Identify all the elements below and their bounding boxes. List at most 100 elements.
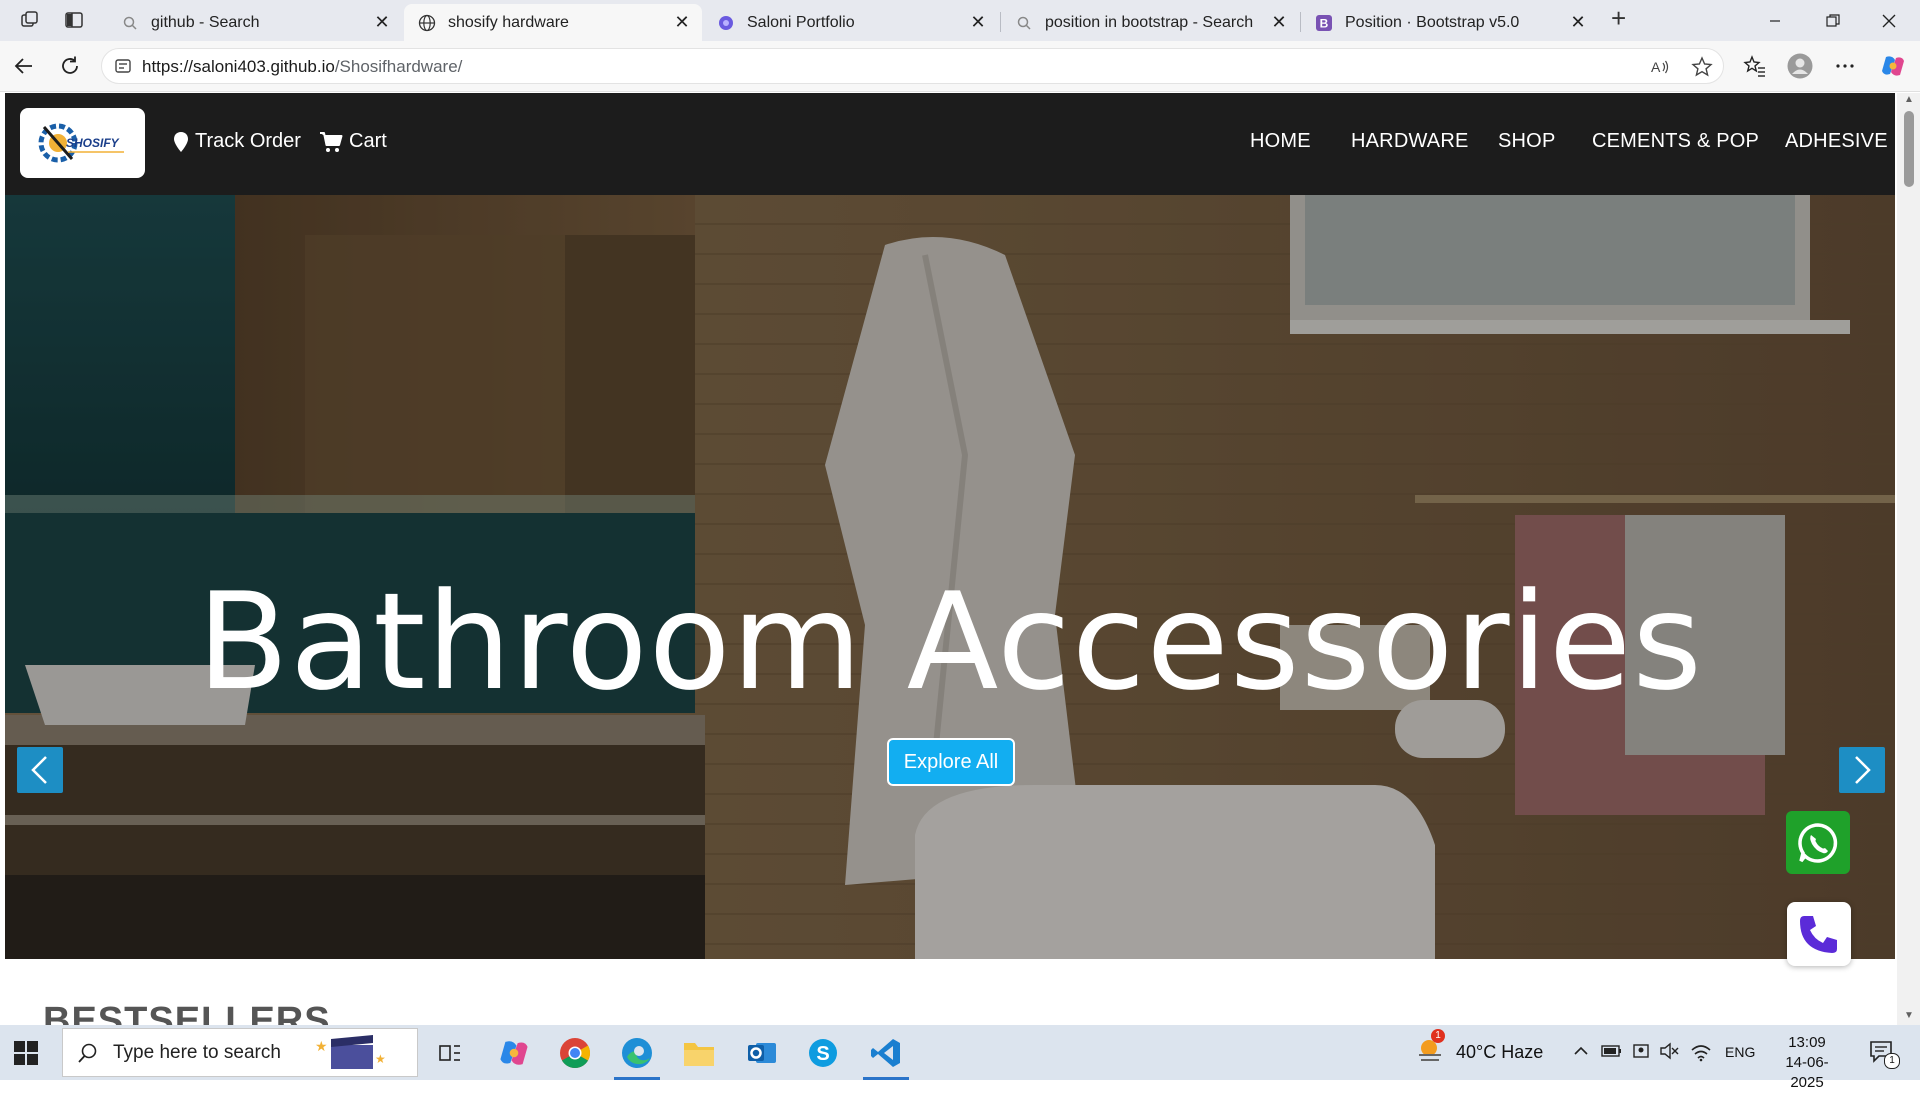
explore-all-button[interactable]: Explore All xyxy=(887,738,1015,786)
page-viewport: Bathroom Accessories Explore All SHOSIFY… xyxy=(5,93,1895,1025)
search-icon xyxy=(121,14,139,32)
nav-shop[interactable]: SHOP xyxy=(1498,130,1555,153)
close-tab-icon[interactable]: ✕ xyxy=(1568,12,1588,33)
workspaces-icon[interactable] xyxy=(20,10,40,30)
clock-date: 14-06-2025 xyxy=(1785,1054,1829,1091)
vscode-icon[interactable] xyxy=(866,1033,906,1073)
hero-title: Bathroom Accessories xyxy=(196,564,1704,720)
copilot-icon[interactable] xyxy=(1880,53,1906,79)
windows-taskbar: Type here to search ★ ★ S 1 40°C Haze EN… xyxy=(0,1025,1920,1091)
track-order-link[interactable]: Track Order xyxy=(173,130,301,153)
scroll-down-arrow-icon[interactable]: ▼ xyxy=(1903,1011,1915,1021)
tab-github-search[interactable]: github - Search ✕ xyxy=(107,4,402,41)
svg-text:★: ★ xyxy=(315,1038,328,1054)
svg-text:B: B xyxy=(1320,16,1329,30)
volume-muted-icon[interactable] xyxy=(1659,1042,1679,1065)
map-pin-icon xyxy=(174,131,188,152)
taskbar-search-placeholder: Type here to search xyxy=(113,1041,281,1063)
meet-now-icon[interactable] xyxy=(1632,1042,1650,1065)
close-tab-icon[interactable]: ✕ xyxy=(968,12,988,33)
address-bar-row: https://saloni403.github.io/Shosifhardwa… xyxy=(0,41,1920,92)
tab-bootstrap-position-docs[interactable]: B Position · Bootstrap v5.0 ✕ xyxy=(1301,4,1598,41)
tab-title: position in bootstrap - Search xyxy=(1045,13,1254,31)
url-path: /Shosifhardware/ xyxy=(334,57,463,76)
url-text: https://saloni403.github.io/Shosifhardwa… xyxy=(142,57,462,77)
nav-hardware[interactable]: HARDWARE xyxy=(1351,130,1469,153)
chevron-right-icon xyxy=(1855,756,1871,784)
battery-icon[interactable] xyxy=(1601,1043,1623,1064)
close-tab-icon[interactable]: ✕ xyxy=(672,12,692,33)
nav-cements-pop[interactable]: CEMENTS & POP xyxy=(1592,130,1759,153)
clock-time: 13:09 xyxy=(1788,1034,1826,1051)
skype-icon[interactable]: S xyxy=(803,1033,843,1073)
tab-title: Saloni Portfolio xyxy=(747,13,855,31)
cart-link[interactable]: Cart xyxy=(319,130,387,153)
new-tab-icon[interactable]: + xyxy=(1611,5,1631,31)
tab-shosify-hardware[interactable]: shosify hardware ✕ xyxy=(404,4,702,41)
chrome-icon[interactable] xyxy=(555,1033,595,1073)
close-tab-icon[interactable]: ✕ xyxy=(372,12,392,33)
cart-icon xyxy=(320,131,343,152)
browser-tab-strip: github - Search ✕ shosify hardware ✕ Sal… xyxy=(0,0,1920,41)
page-scrollbar[interactable]: ▲ ▼ xyxy=(1897,93,1920,1025)
call-button[interactable] xyxy=(1787,902,1851,966)
input-language[interactable]: ENG xyxy=(1725,1044,1755,1060)
more-options-icon[interactable] xyxy=(1832,53,1858,79)
phone-icon xyxy=(1800,916,1837,953)
shosify-logo[interactable]: SHOSIFY xyxy=(20,108,145,178)
bootstrap-icon: B xyxy=(1315,14,1333,32)
wifi-icon[interactable] xyxy=(1690,1042,1712,1067)
edge-icon[interactable] xyxy=(617,1033,657,1073)
show-hidden-icons-icon[interactable] xyxy=(1572,1042,1590,1065)
track-order-label: Track Order xyxy=(195,130,301,152)
scrollbar-thumb[interactable] xyxy=(1904,111,1914,187)
search-icon xyxy=(1015,14,1033,32)
cart-label: Cart xyxy=(349,130,387,152)
minimize-icon[interactable] xyxy=(1752,0,1798,41)
close-tab-icon[interactable]: ✕ xyxy=(1269,12,1289,33)
read-aloud-icon[interactable]: A xyxy=(1649,56,1671,78)
nav-adhesive[interactable]: ADHESIVE xyxy=(1785,130,1888,153)
logo-text: SHOSIFY xyxy=(66,136,120,150)
close-window-icon[interactable] xyxy=(1866,0,1912,41)
site-navbar: SHOSIFY Track Order Cart HOME HARDWARE S… xyxy=(5,93,1895,195)
task-view-icon[interactable] xyxy=(430,1033,470,1073)
back-icon[interactable] xyxy=(11,53,37,79)
file-explorer-icon[interactable] xyxy=(679,1033,719,1073)
tab-title: github - Search xyxy=(151,13,260,31)
copilot-app-icon[interactable] xyxy=(494,1033,534,1073)
svg-text:S: S xyxy=(816,1043,829,1065)
tab-position-bootstrap-search[interactable]: position in bootstrap - Search ✕ xyxy=(1001,4,1299,41)
tab-saloni-portfolio[interactable]: Saloni Portfolio ✕ xyxy=(703,4,998,41)
carousel-prev-button[interactable] xyxy=(17,747,63,793)
taskbar-clock[interactable]: 13:09 14-06-2025 xyxy=(1770,1033,1844,1093)
carousel-next-button[interactable] xyxy=(1839,747,1885,793)
tab-title: Position · Bootstrap v5.0 xyxy=(1345,13,1520,31)
globe-icon xyxy=(418,14,436,32)
taskbar-search-box[interactable]: Type here to search ★ ★ xyxy=(62,1028,418,1077)
refresh-icon[interactable] xyxy=(57,53,83,79)
whatsapp-icon xyxy=(1798,822,1838,863)
profile-avatar-icon[interactable] xyxy=(1787,53,1813,79)
chevron-left-icon xyxy=(31,756,47,784)
nav-home[interactable]: HOME xyxy=(1250,130,1311,153)
hero-carousel: Bathroom Accessories Explore All xyxy=(5,195,1895,959)
svg-text:★: ★ xyxy=(375,1052,386,1066)
favorites-icon[interactable] xyxy=(1742,53,1768,79)
favorite-star-icon[interactable] xyxy=(1691,56,1713,78)
url-field[interactable]: https://saloni403.github.io/Shosifhardwa… xyxy=(101,48,1724,84)
windows-start-icon[interactable] xyxy=(14,1041,38,1070)
section-title-bestsellers: BESTSELLERS xyxy=(43,1000,331,1025)
whatsapp-button[interactable] xyxy=(1786,811,1850,874)
weather-alert-badge: 1 xyxy=(1431,1029,1445,1043)
vertical-tabs-icon[interactable] xyxy=(64,10,84,30)
outlook-icon[interactable] xyxy=(742,1033,782,1073)
svg-text:A: A xyxy=(1651,59,1661,75)
scroll-up-arrow-icon[interactable]: ▲ xyxy=(1903,95,1915,105)
search-icon xyxy=(78,1043,97,1063)
portfolio-icon xyxy=(717,14,735,32)
restore-icon[interactable] xyxy=(1810,0,1856,41)
site-info-icon[interactable] xyxy=(114,57,132,75)
url-host: https://saloni403.github.io xyxy=(142,57,335,76)
logo-image: SHOSIFY xyxy=(38,123,124,163)
